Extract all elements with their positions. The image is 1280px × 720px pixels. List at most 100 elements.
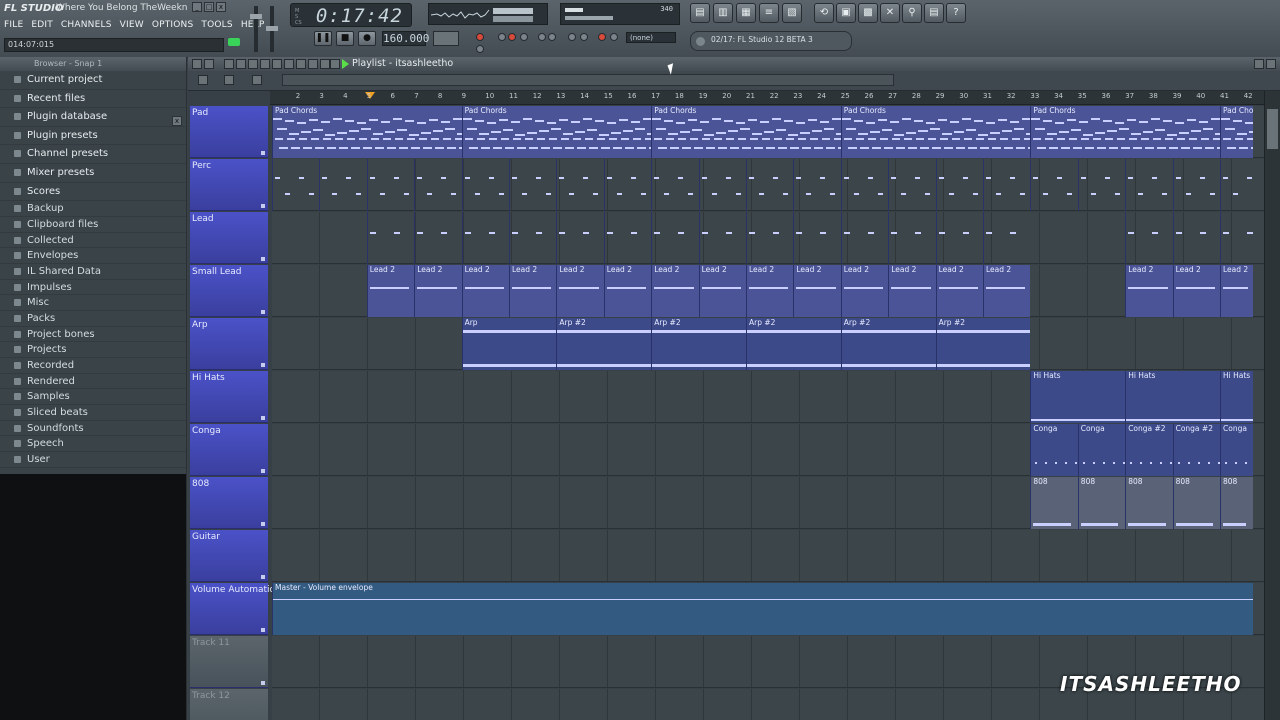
track-header[interactable]: Arp [190,318,268,370]
arrow-left-icon[interactable] [252,75,262,85]
clip[interactable] [651,159,698,211]
clip[interactable]: 808 [1220,477,1253,529]
clip[interactable]: Arp #2 [936,318,1031,370]
track-lane[interactable]: Hi HatsHi HatsHi Hats [272,371,1264,423]
mute-tool-icon[interactable] [260,59,270,69]
clip[interactable]: Pad Chords [462,106,652,158]
wait-input-icon[interactable] [580,33,588,41]
clip[interactable]: Arp #2 [746,318,841,370]
menu-file[interactable]: FILE [4,20,23,34]
draw-tool-icon[interactable] [224,59,234,69]
settings-icon[interactable]: ▤ [924,3,944,23]
browser-item[interactable]: Plugin database [0,108,186,127]
clip[interactable] [604,212,651,264]
clip[interactable]: Lead 2 [651,265,698,317]
clip[interactable] [1125,212,1172,264]
clip[interactable] [367,159,414,211]
clip[interactable]: Conga [1220,424,1253,476]
channel-rack-icon[interactable]: ▧ [782,3,802,23]
browser-item[interactable]: Project bones [0,327,186,343]
clip[interactable]: Lead 2 [1220,265,1253,317]
delete-tool-icon[interactable] [248,59,258,69]
metronome-icon[interactable] [498,33,506,41]
clip[interactable] [793,212,840,264]
clip[interactable] [1173,159,1220,211]
stop-icon[interactable]: ■ [336,31,354,46]
clip[interactable]: Conga #2 [1173,424,1220,476]
clip[interactable] [983,159,1030,211]
clip[interactable] [1030,159,1077,211]
browser-item[interactable]: Scores [0,183,186,202]
plugin-picker-icon[interactable]: ✕ [880,3,900,23]
browser-item[interactable]: Sliced beats [0,405,186,421]
clip[interactable] [936,159,983,211]
clip[interactable] [462,212,509,264]
clip[interactable]: Pad Chords [651,106,841,158]
browser-item[interactable]: Samples [0,389,186,405]
clip[interactable] [414,212,461,264]
undo-icon[interactable]: ⟲ [814,3,834,23]
clip[interactable] [888,212,935,264]
clip[interactable]: 808 [1078,477,1125,529]
clip[interactable]: Lead 2 [983,265,1030,317]
track-lane[interactable]: ArpArp #2Arp #2Arp #2Arp #2Arp #2 [272,318,1264,370]
news-panel[interactable]: 02/17: FL Studio 12 BETA 3 [690,31,852,51]
browser-item[interactable]: User [0,452,186,468]
clip[interactable]: Lead 2 [414,265,461,317]
clip[interactable]: Lead 2 [793,265,840,317]
clip[interactable]: Lead 2 [936,265,983,317]
clip[interactable] [509,159,556,211]
clip[interactable]: Conga #2 [1125,424,1172,476]
clip[interactable] [367,212,414,264]
track-header[interactable]: Perc [190,159,268,211]
browser-item[interactable]: Mixer presets [0,164,186,183]
minimize-icon[interactable]: _ [192,2,202,12]
browser-item[interactable]: IL Shared Data [0,264,186,280]
clip[interactable] [936,212,983,264]
browser-item[interactable]: Clipboard files [0,217,186,233]
render-icon[interactable]: ▩ [858,3,878,23]
playlist-menu-icon[interactable] [192,59,202,69]
clip[interactable]: Arp #2 [841,318,936,370]
clip[interactable] [1220,212,1253,264]
clip[interactable]: Pad Chords [841,106,1031,158]
vertical-scrollbar[interactable] [1264,91,1280,720]
typing-keyboard-icon[interactable] [548,33,556,41]
clip[interactable] [1078,159,1125,211]
track-lane[interactable]: CongaCongaConga #2Conga #2Conga [272,424,1264,476]
record-mode-icon[interactable] [476,33,484,41]
clip[interactable]: 808 [1030,477,1077,529]
browser-item[interactable]: Backup [0,201,186,217]
menu-view[interactable]: VIEW [120,20,144,34]
playlist-close-icon[interactable] [1266,59,1276,69]
track-header[interactable]: Track 11 [190,636,268,688]
track-header[interactable]: Lead [190,212,268,264]
browser-item[interactable]: Packs [0,311,186,327]
clip[interactable]: Lead 2 [604,265,651,317]
clip[interactable]: Conga [1078,424,1125,476]
pause-icon[interactable]: ❚❚ [314,31,332,46]
countdown-icon[interactable] [476,45,484,53]
playlist-icon[interactable]: ▤ [690,3,710,23]
clip[interactable] [272,159,319,211]
save-icon[interactable]: ▣ [836,3,856,23]
browser-item[interactable]: Projects [0,342,186,358]
clip[interactable] [841,159,888,211]
browser-item[interactable]: Recorded [0,358,186,374]
clip[interactable]: Lead 2 [841,265,888,317]
clip[interactable] [556,159,603,211]
clip[interactable] [319,159,366,211]
clip[interactable]: Hi Hats [1030,371,1125,423]
clip[interactable]: Conga [1030,424,1077,476]
clip[interactable]: Pad Chords [1030,106,1243,158]
multilink-icon[interactable] [568,33,576,41]
clip[interactable]: Lead 2 [1125,265,1172,317]
browser-item[interactable]: Recent files [0,90,186,109]
blend-icon[interactable] [520,33,528,41]
browser-item[interactable]: Rendered [0,374,186,390]
menu-help[interactable]: HELP [241,20,265,34]
clip[interactable]: Lead 2 [1173,265,1220,317]
clip[interactable]: Lead 2 [509,265,556,317]
mixer-icon[interactable]: ≡ [759,3,779,23]
clip[interactable]: Hi Hats [1220,371,1253,423]
